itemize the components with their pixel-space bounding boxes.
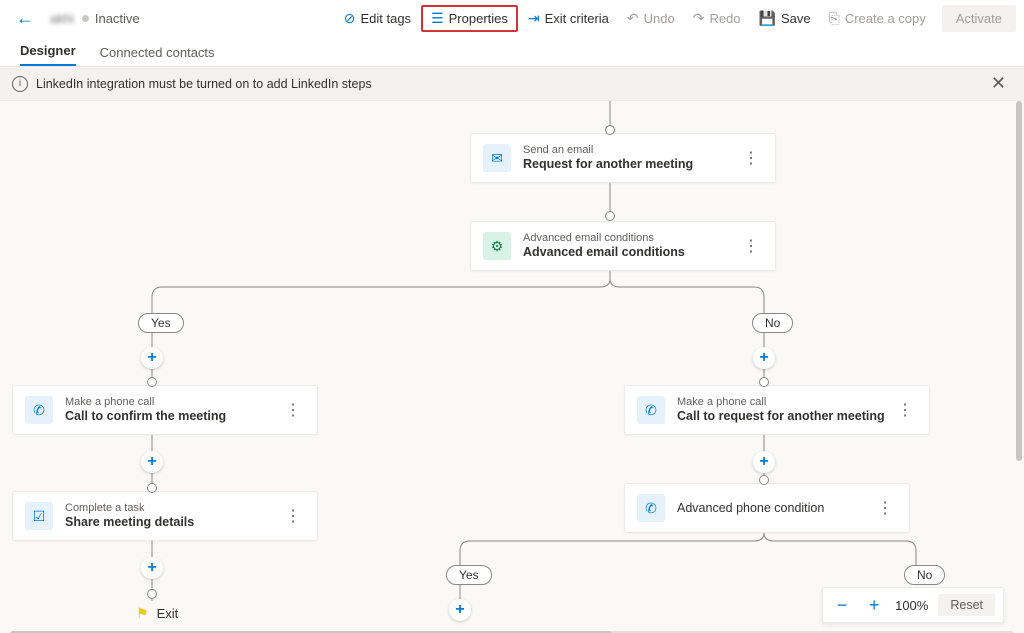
step-type-label: Make a phone call xyxy=(65,396,281,409)
info-icon: i xyxy=(12,76,28,92)
connector-dot xyxy=(147,483,157,493)
branch-label-no: No xyxy=(904,565,945,585)
properties-button[interactable]: ☰ Properties xyxy=(421,5,518,32)
connector-dot xyxy=(147,377,157,387)
activate-button[interactable]: Activate xyxy=(942,5,1016,32)
branch-label-yes: Yes xyxy=(446,565,492,585)
redo-icon: ↷ xyxy=(693,11,705,25)
add-step-button[interactable]: + xyxy=(449,599,471,621)
connector-dot xyxy=(759,475,769,485)
more-icon[interactable]: ⋮ xyxy=(739,236,763,256)
step-card-phone-condition[interactable]: ✆ Advanced phone condition ⋮ xyxy=(624,483,910,533)
properties-icon: ☰ xyxy=(431,11,444,25)
step-title: Call to request for another meeting xyxy=(677,409,893,424)
status-text: Inactive xyxy=(95,11,140,26)
save-label: Save xyxy=(781,11,811,26)
flag-icon: ⚑ xyxy=(136,605,149,622)
zoom-in-button[interactable]: + xyxy=(863,595,885,616)
step-card-call-request[interactable]: ✆ Make a phone call Call to request for … xyxy=(624,385,930,435)
exit-criteria-label: Exit criteria xyxy=(545,11,609,26)
save-button[interactable]: 💾 Save xyxy=(751,7,819,30)
phone-icon: ✆ xyxy=(637,494,665,522)
step-type-label: Make a phone call xyxy=(677,396,893,409)
branch-label-no: No xyxy=(752,313,793,333)
add-step-button[interactable]: + xyxy=(753,347,775,369)
branch-label-yes: Yes xyxy=(138,313,184,333)
step-type-label: Advanced email conditions xyxy=(523,232,739,245)
step-type-label: Complete a task xyxy=(65,502,281,515)
info-bar: i LinkedIn integration must be turned on… xyxy=(0,66,1024,101)
more-icon[interactable]: ⋮ xyxy=(739,148,763,168)
tab-connected-contacts[interactable]: Connected contacts xyxy=(100,45,215,66)
sequence-name: akhi xyxy=(42,11,82,26)
add-step-button[interactable]: + xyxy=(141,451,163,473)
zoom-out-button[interactable]: − xyxy=(831,595,853,616)
copy-icon: ⎘ xyxy=(829,11,840,25)
step-title: Call to confirm the meeting xyxy=(65,409,281,424)
redo-button[interactable]: ↷ Redo xyxy=(685,7,749,30)
add-step-button[interactable]: + xyxy=(753,451,775,473)
undo-icon: ↶ xyxy=(627,11,639,25)
connector-dot xyxy=(759,377,769,387)
step-type-label: Send an email xyxy=(523,144,739,157)
zoom-panel: − + 100% Reset xyxy=(822,587,1004,623)
save-icon: 💾 xyxy=(759,11,776,25)
phone-icon: ✆ xyxy=(637,396,665,424)
zoom-reset-button[interactable]: Reset xyxy=(938,594,995,616)
step-title: Request for another meeting xyxy=(523,157,739,172)
undo-label: Undo xyxy=(644,11,675,26)
step-card-call-confirm[interactable]: ✆ Make a phone call Call to confirm the … xyxy=(12,385,318,435)
connector-dot xyxy=(605,125,615,135)
tag-icon: ⊘ xyxy=(344,11,356,25)
edit-tags-label: Edit tags xyxy=(360,11,411,26)
phone-icon: ✆ xyxy=(25,396,53,424)
add-step-button[interactable]: + xyxy=(141,347,163,369)
properties-label: Properties xyxy=(449,11,508,26)
step-title: Advanced email conditions xyxy=(523,245,739,260)
task-icon: ☑ xyxy=(25,502,53,530)
redo-label: Redo xyxy=(709,11,740,26)
connector-dot xyxy=(605,211,615,221)
exit-criteria-button[interactable]: ⇥ Exit criteria xyxy=(520,7,617,30)
toolbar: ⊘ Edit tags ☰ Properties ⇥ Exit criteria… xyxy=(336,5,1016,32)
zoom-level: 100% xyxy=(895,598,928,613)
back-arrow-icon[interactable]: ← xyxy=(8,8,42,29)
status-dot-icon xyxy=(82,15,89,22)
info-bar-close-icon[interactable]: ✕ xyxy=(985,73,1012,94)
undo-button[interactable]: ↶ Undo xyxy=(619,7,683,30)
add-step-button[interactable]: + xyxy=(141,557,163,579)
top-bar: ← akhi Inactive ⊘ Edit tags ☰ Properties… xyxy=(0,0,1024,36)
more-icon[interactable]: ⋮ xyxy=(281,506,305,526)
info-bar-text: LinkedIn integration must be turned on t… xyxy=(36,77,372,91)
step-title: Share meeting details xyxy=(65,515,281,530)
exit-label: Exit xyxy=(157,606,179,621)
more-icon[interactable]: ⋮ xyxy=(873,498,897,518)
more-icon[interactable]: ⋮ xyxy=(281,400,305,420)
create-copy-label: Create a copy xyxy=(845,11,926,26)
conditions-icon: ⚙ xyxy=(483,232,511,260)
connector-dot xyxy=(147,589,157,599)
more-icon[interactable]: ⋮ xyxy=(893,400,917,420)
tabs: Designer Connected contacts xyxy=(0,36,1024,66)
email-icon: ✉ xyxy=(483,144,511,172)
exit-step[interactable]: ⚑ Exit xyxy=(136,605,178,622)
step-card-task[interactable]: ☑ Complete a task Share meeting details … xyxy=(12,491,318,541)
vertical-scrollbar[interactable] xyxy=(1016,101,1022,561)
step-title: Advanced phone condition xyxy=(677,501,873,515)
step-card-email-conditions[interactable]: ⚙ Advanced email conditions Advanced ema… xyxy=(470,221,776,271)
exit-icon: ⇥ xyxy=(528,11,540,25)
create-copy-button[interactable]: ⎘ Create a copy xyxy=(821,7,934,30)
tab-designer[interactable]: Designer xyxy=(20,43,76,66)
edit-tags-button[interactable]: ⊘ Edit tags xyxy=(336,7,419,30)
designer-canvas[interactable]: ✉ Send an email Request for another meet… xyxy=(0,101,1024,633)
step-card-send-email[interactable]: ✉ Send an email Request for another meet… xyxy=(470,133,776,183)
